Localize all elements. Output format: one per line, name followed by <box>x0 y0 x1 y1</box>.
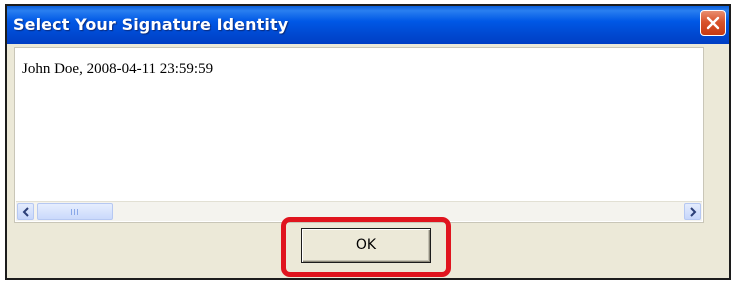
scroll-thumb[interactable] <box>37 203 113 220</box>
close-icon <box>706 16 720 30</box>
scroll-right-button[interactable] <box>684 203 701 220</box>
identity-list[interactable]: John Doe, 2008-04-11 23:59:59 <box>14 47 704 223</box>
grip-icon <box>71 209 79 215</box>
chevron-right-icon <box>690 207 697 217</box>
scroll-left-button[interactable] <box>17 203 34 220</box>
identity-list-item[interactable]: John Doe, 2008-04-11 23:59:59 <box>22 61 213 78</box>
title-bar[interactable]: Select Your Signature Identity <box>7 6 729 44</box>
ok-button[interactable]: OK <box>301 228 431 263</box>
dialog-title: Select Your Signature Identity <box>13 15 289 34</box>
close-button[interactable] <box>700 10 726 36</box>
chevron-left-icon <box>22 207 29 217</box>
